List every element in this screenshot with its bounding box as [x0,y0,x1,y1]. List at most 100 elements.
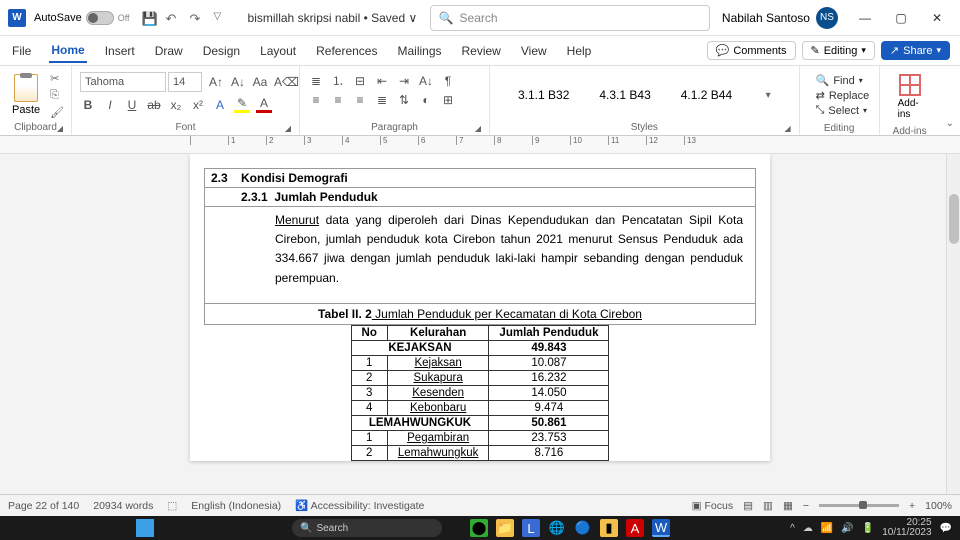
chevron-up-icon[interactable]: ^ [790,523,795,534]
align-right-icon[interactable]: ≡ [352,93,368,107]
comments-button[interactable]: 💬Comments [707,41,796,60]
increase-indent-icon[interactable]: ⇥ [396,74,412,88]
vertical-scrollbar[interactable] [946,154,960,510]
addins-button[interactable]: Add-ins [888,70,932,124]
bullets-icon[interactable]: ≣ [308,74,324,88]
justify-icon[interactable]: ≣ [374,93,390,107]
tab-view[interactable]: View [519,40,549,62]
paste-button[interactable]: Paste [8,74,44,116]
find-button[interactable]: 🔍Find▾ [816,74,863,87]
shading-icon[interactable]: ◐ [418,93,434,107]
table-row[interactable]: 4Kebonbaru9.474 [351,400,609,415]
edge-icon[interactable]: 🌐 [548,519,566,537]
show-marks-icon[interactable]: ¶ [440,74,456,88]
dialog-launcher-icon[interactable]: ◢ [285,124,291,133]
tab-draw[interactable]: Draw [153,40,185,62]
zoom-out-button[interactable]: − [803,500,809,512]
autosave-toggle[interactable]: AutoSave Off [34,11,130,25]
paragraph-text[interactable]: Menurut data yang diperoleh dari Dinas K… [204,207,756,292]
dialog-launcher-icon[interactable]: ◢ [784,124,790,133]
multilevel-icon[interactable]: ⊟ [352,74,368,88]
maximize-button[interactable]: ▢ [886,3,916,33]
decrease-indent-icon[interactable]: ⇤ [374,74,390,88]
toggle-switch[interactable] [86,11,114,25]
clear-format-icon[interactable]: A⌫ [274,75,299,89]
share-button[interactable]: ↗Share▾ [881,41,950,60]
account-button[interactable]: Nabilah Santoso NS [722,7,838,29]
tab-mailings[interactable]: Mailings [395,40,443,62]
acrobat-icon[interactable]: A [626,519,644,537]
save-icon[interactable]: 💾 [142,11,156,25]
word-count[interactable]: 20934 words [93,500,153,512]
table-row[interactable]: 3Kesenden14.050 [351,385,609,400]
focus-mode-button[interactable]: ▣ Focus [692,500,733,512]
table-row[interactable]: LEMAHWUNGKUK50.861 [351,415,609,430]
notifications-icon[interactable]: 💬 [940,523,952,534]
grow-font-icon[interactable]: A↑ [208,75,224,89]
page[interactable]: 2.3 Kondisi Demografi 2.3.1 Jumlah Pendu… [190,154,770,461]
section-heading[interactable]: 2.3 Kondisi Demografi [204,168,756,188]
qat-dropdown-icon[interactable]: ▽ [214,11,228,25]
table-row[interactable]: KEJAKSAN49.843 [351,340,609,355]
document-canvas[interactable]: 2.3 Kondisi Demografi 2.3.1 Jumlah Pendu… [0,154,946,510]
start-button[interactable] [136,519,154,537]
document-title[interactable]: bismillah skripsi nabil • Saved ∨ [248,11,418,25]
bold-button[interactable]: B [80,98,96,112]
chrome-icon[interactable]: 🔵 [574,519,592,537]
print-layout-icon[interactable]: ▤ [743,500,753,512]
replace-button[interactable]: ⇄Replace [816,89,863,102]
table-row[interactable]: 1Kejaksan10.087 [351,355,609,370]
tab-layout[interactable]: Layout [258,40,298,62]
sort-icon[interactable]: A↓ [418,74,434,88]
wifi-icon[interactable]: 📶 [821,523,833,534]
table-row[interactable]: 2Lemahwungkuk8.716 [351,445,609,460]
data-table[interactable]: No Kelurahan Jumlah Penduduk KEJAKSAN49.… [351,325,610,461]
spellcheck-icon[interactable]: ⬚ [167,500,177,512]
tab-references[interactable]: References [314,40,379,62]
style-gallery-item[interactable]: 4.3.1 B43 [599,88,650,102]
tab-help[interactable]: Help [565,40,594,62]
tab-insert[interactable]: Insert [103,40,137,62]
tab-review[interactable]: Review [460,40,503,62]
font-family-select[interactable]: Tahoma [80,72,166,92]
style-gallery-item[interactable]: 3.1.1 B32 [518,88,569,102]
battery-icon[interactable]: 🔋 [862,523,874,534]
volume-icon[interactable]: 🔊 [841,523,853,534]
change-case-icon[interactable]: Aa [252,75,268,89]
zoom-level[interactable]: 100% [925,500,952,512]
subscript-button[interactable]: x₂ [168,98,184,112]
undo-icon[interactable]: ↶ [166,11,180,25]
minimize-button[interactable]: ― [850,3,880,33]
subsection-heading[interactable]: 2.3.1 Jumlah Penduduk [204,188,756,207]
file-explorer-icon[interactable]: 📁 [496,519,514,537]
page-indicator[interactable]: Page 22 of 140 [8,500,79,512]
table-caption[interactable]: Tabel II. 2 Jumlah Penduduk per Kecamata… [204,304,756,325]
strikethrough-button[interactable]: ab [146,98,162,112]
taskbar-app-icon[interactable]: ▮ [600,519,618,537]
cloud-icon[interactable]: ☁ [803,523,813,534]
select-button[interactable]: ⤡Select▾ [816,104,863,117]
web-layout-icon[interactable]: ▦ [783,500,793,512]
styles-more-icon[interactable]: ▾ [766,90,771,101]
copy-icon[interactable]: ⎘ [50,89,64,102]
borders-icon[interactable]: ⊞ [440,93,456,107]
numbering-icon[interactable]: ⒈ [330,72,346,89]
italic-button[interactable]: I [102,98,118,112]
text-effects-icon[interactable]: A [212,98,228,112]
zoom-in-button[interactable]: + [909,500,915,512]
dialog-launcher-icon[interactable]: ◢ [475,124,481,133]
editing-mode-button[interactable]: ✎Editing▾ [802,41,875,60]
tab-file[interactable]: File [10,40,33,62]
underline-button[interactable]: U [124,98,140,112]
table-row[interactable]: 1Pegambiran23.753 [351,430,609,445]
word-taskbar-icon[interactable]: W [652,519,670,537]
taskbar[interactable]: 🔍Search ⬤ 📁 L 🌐 🔵 ▮ A W ^ ☁ 📶 🔊 🔋 20:25 … [0,516,960,540]
line-spacing-icon[interactable]: ⇅ [396,93,412,107]
style-gallery-item[interactable]: 4.1.2 B44 [681,88,732,102]
shrink-font-icon[interactable]: A↓ [230,75,246,89]
horizontal-ruler[interactable]: 12345678910111213 [0,136,960,154]
taskbar-app-icon[interactable]: L [522,519,540,537]
redo-icon[interactable]: ↷ [190,11,204,25]
close-button[interactable]: ✕ [922,3,952,33]
dialog-launcher-icon[interactable]: ◢ [57,124,63,133]
